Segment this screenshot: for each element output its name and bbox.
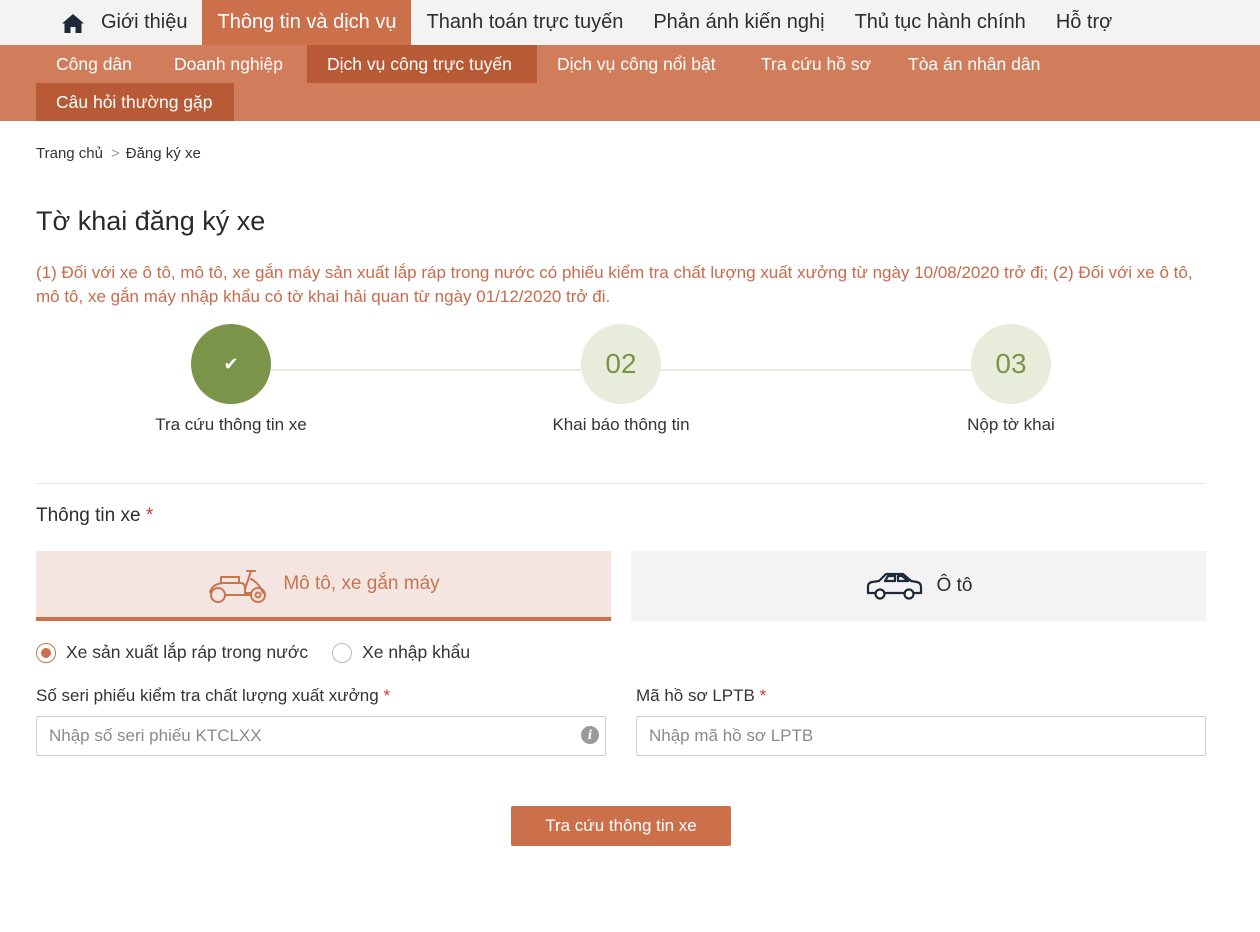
check-icon: ✔ [223, 353, 239, 374]
tab-car[interactable]: Ô tô [631, 551, 1206, 621]
sub-nav: Công dân Doanh nghiệp Dịch vụ công trực … [0, 45, 1260, 121]
car-icon [866, 572, 922, 600]
tab-motorbike[interactable]: Mô tô, xe gắn máy [36, 551, 611, 621]
step-3-circle: 03 [971, 324, 1051, 404]
step-3-label: Nộp tờ khai [967, 415, 1055, 434]
sub-nav-cong-dan[interactable]: Công dân [36, 45, 152, 83]
sub-nav-dich-vu-cong-truc-tuyen[interactable]: Dịch vụ công trực tuyến [307, 45, 537, 83]
radio-imported-label[interactable]: Xe nhập khẩu [362, 642, 470, 663]
top-nav-thu-tuc[interactable]: Thủ tục hành chính [840, 0, 1041, 45]
origin-radio-group: Xe sản xuất lắp ráp trong nước Xe nhập k… [36, 642, 494, 663]
scooter-icon [209, 570, 267, 603]
top-nav-ho-tro[interactable]: Hỗ trợ [1041, 0, 1127, 45]
sub-nav-dich-vu-noi-bat[interactable]: Dịch vụ công nổi bật [537, 45, 736, 83]
breadcrumb-separator: > [110, 145, 120, 162]
tab-motorbike-label: Mô tô, xe gắn máy [283, 573, 440, 594]
top-nav-gioi-thieu[interactable]: Giới thiệu [86, 0, 202, 45]
radio-domestic-label[interactable]: Xe sản xuất lắp ráp trong nước [66, 642, 308, 663]
radio-domestic-control[interactable] [36, 642, 56, 663]
top-nav: Giới thiệu Thông tin và dịch vụ Thanh to… [0, 0, 1260, 45]
step-1-label: Tra cứu thông tin xe [155, 415, 307, 434]
step-1-circle: ✔ [191, 324, 271, 404]
breadcrumb-current: Đăng ký xe [125, 145, 201, 162]
lookup-vehicle-button[interactable]: Tra cứu thông tin xe [511, 806, 731, 846]
tab-car-label: Ô tô [936, 575, 973, 596]
vehicle-section-label: Thông tin xe * [36, 505, 153, 527]
step-2-circle: 02 [581, 324, 661, 404]
breadcrumb: Trang chủ > Đăng ký xe [36, 145, 201, 162]
radio-domestic[interactable]: Xe sản xuất lắp ráp trong nước [36, 642, 308, 663]
serial-input[interactable] [36, 716, 606, 756]
serial-field-label: Số seri phiếu kiểm tra chất lượng xuất x… [36, 686, 390, 706]
sub-nav-tra-cuu-ho-so[interactable]: Tra cứu hồ sơ [741, 45, 891, 83]
section-divider [36, 483, 1206, 484]
top-nav-thong-tin-dich-vu[interactable]: Thông tin và dịch vụ [202, 0, 412, 45]
sub-nav-cau-hoi[interactable]: Câu hỏi thường gặp [36, 83, 234, 121]
top-nav-thanh-toan[interactable]: Thanh toán trực tuyến [411, 0, 638, 45]
required-mark: * [145, 505, 154, 526]
serial-required-mark: * [383, 686, 391, 705]
page-title: Tờ khai đăng ký xe [36, 206, 266, 236]
lptb-field-label: Mã hồ sơ LPTB * [636, 686, 766, 706]
info-icon[interactable]: i [581, 726, 599, 744]
sub-nav-doanh-nghiep[interactable]: Doanh nghiệp [154, 45, 303, 83]
serial-field-label-text: Số seri phiếu kiểm tra chất lượng xuất x… [36, 686, 379, 705]
step-2-label: Khai báo thông tin [552, 415, 690, 434]
lptb-field-label-text: Mã hồ sơ LPTB [636, 686, 755, 705]
lptb-required-mark: * [759, 686, 767, 705]
vehicle-section-title: Thông tin xe [36, 505, 141, 526]
radio-imported[interactable]: Xe nhập khẩu [332, 642, 470, 663]
radio-imported-control[interactable] [332, 642, 353, 663]
top-nav-phan-anh[interactable]: Phản ánh kiến nghị [638, 0, 839, 45]
lptb-input[interactable] [636, 716, 1206, 756]
notice-text: (1) Đối với xe ô tô, mô tô, xe gắn máy s… [36, 263, 1193, 306]
sub-nav-toa-an[interactable]: Tòa án nhân dân [888, 45, 1060, 83]
home-icon [62, 13, 84, 33]
breadcrumb-home[interactable]: Trang chủ [36, 145, 103, 162]
